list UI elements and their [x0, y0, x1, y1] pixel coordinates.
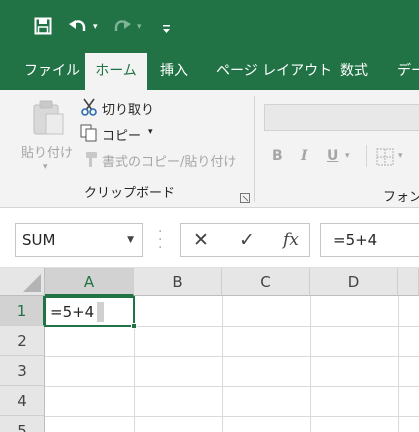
formula-input-value: =5+4 [333, 231, 378, 249]
insert-function-button[interactable]: fx [283, 228, 299, 252]
ribbon-separator [254, 96, 255, 202]
copy-label[interactable]: コピー [102, 125, 141, 144]
enter-icon[interactable]: ✓ [239, 228, 255, 252]
redo-dropdown-icon[interactable]: ▾ [137, 22, 142, 32]
tab-page-layout[interactable]: ページ レイアウト [216, 52, 332, 90]
font-name-box[interactable] [264, 104, 419, 131]
underline-dropdown-icon[interactable]: ▾ [345, 151, 350, 161]
column-header-b[interactable]: B [134, 268, 222, 296]
clipboard-launcher-icon[interactable] [240, 188, 250, 207]
name-box-dropdown-icon[interactable]: ▼ [127, 235, 134, 245]
quick-access-toolbar: ▾ ▾ [0, 0, 419, 52]
italic-button[interactable]: I [301, 148, 308, 164]
font-group-label: フォント [383, 190, 419, 205]
tab-data[interactable]: デー [397, 52, 419, 90]
copy-icon[interactable] [80, 124, 98, 146]
cut-icon[interactable] [80, 98, 98, 120]
column-header-c[interactable]: C [222, 268, 310, 296]
cut-label[interactable]: 切り取り [102, 99, 154, 118]
tab-file[interactable]: ファイル [24, 52, 80, 90]
select-all-button[interactable] [0, 268, 45, 296]
fill-handle[interactable] [131, 323, 137, 329]
format-painter-label[interactable]: 書式のコピー/貼り付け [102, 151, 236, 170]
edit-cursor [97, 302, 104, 322]
tab-home[interactable]: ホーム [85, 53, 147, 90]
clipboard-group-label: クリップボード [84, 186, 176, 201]
row-header-4[interactable]: 4 [0, 386, 45, 416]
undo-dropdown-icon[interactable]: ▾ [93, 22, 98, 32]
border-dropdown-icon[interactable]: ▾ [398, 151, 403, 161]
paste-dropdown-icon[interactable]: ▾ [43, 162, 48, 172]
cancel-icon[interactable]: ✕ [193, 228, 209, 252]
copy-dropdown-icon[interactable]: ▾ [148, 127, 153, 137]
column-header-a[interactable]: A [45, 268, 134, 296]
paste-icon[interactable] [32, 100, 66, 140]
save-icon[interactable] [34, 17, 52, 40]
column-header-d[interactable]: D [310, 268, 398, 296]
tab-formulas[interactable]: 数式 [340, 52, 368, 90]
worksheet-grid: A B C D 1 2 3 4 5 =5+4 [0, 268, 419, 432]
customize-qat-icon[interactable] [162, 25, 171, 37]
font-separator [366, 145, 367, 167]
tab-insert[interactable]: 挿入 [160, 52, 188, 90]
underline-button[interactable]: U [327, 148, 338, 164]
formula-bar: SUM ▼ · · · ✕ ✓ fx =5+4 [0, 208, 419, 268]
formula-bar-grip-icon: · · · [158, 224, 163, 256]
column-header-e[interactable] [398, 268, 419, 296]
cell-a1-value: =5+4 [50, 303, 95, 321]
row-header-3[interactable]: 3 [0, 356, 45, 386]
paste-label[interactable]: 貼り付け [21, 142, 73, 161]
row-header-1[interactable]: 1 [0, 296, 45, 326]
active-cell-a1[interactable]: =5+4 [44, 296, 137, 329]
name-box-value: SUM [22, 231, 56, 249]
ribbon-home: 貼り付け ▾ 切り取り コピー ▾ 書式のコピー/貼り付け クリップボード B … [0, 90, 419, 208]
formula-input[interactable]: =5+4 [320, 223, 419, 257]
border-icon[interactable] [376, 148, 394, 170]
undo-icon[interactable] [68, 16, 88, 41]
ribbon-tabs: ファイル ホーム 挿入 ページ レイアウト 数式 デー [0, 52, 419, 90]
formula-buttons: ✕ ✓ fx [180, 223, 310, 257]
name-box[interactable]: SUM ▼ [15, 223, 143, 257]
format-painter-icon[interactable] [80, 150, 98, 172]
row-header-2[interactable]: 2 [0, 326, 45, 356]
bold-button[interactable]: B [272, 148, 283, 164]
redo-icon[interactable] [112, 16, 132, 41]
row-header-5[interactable]: 5 [0, 416, 45, 432]
